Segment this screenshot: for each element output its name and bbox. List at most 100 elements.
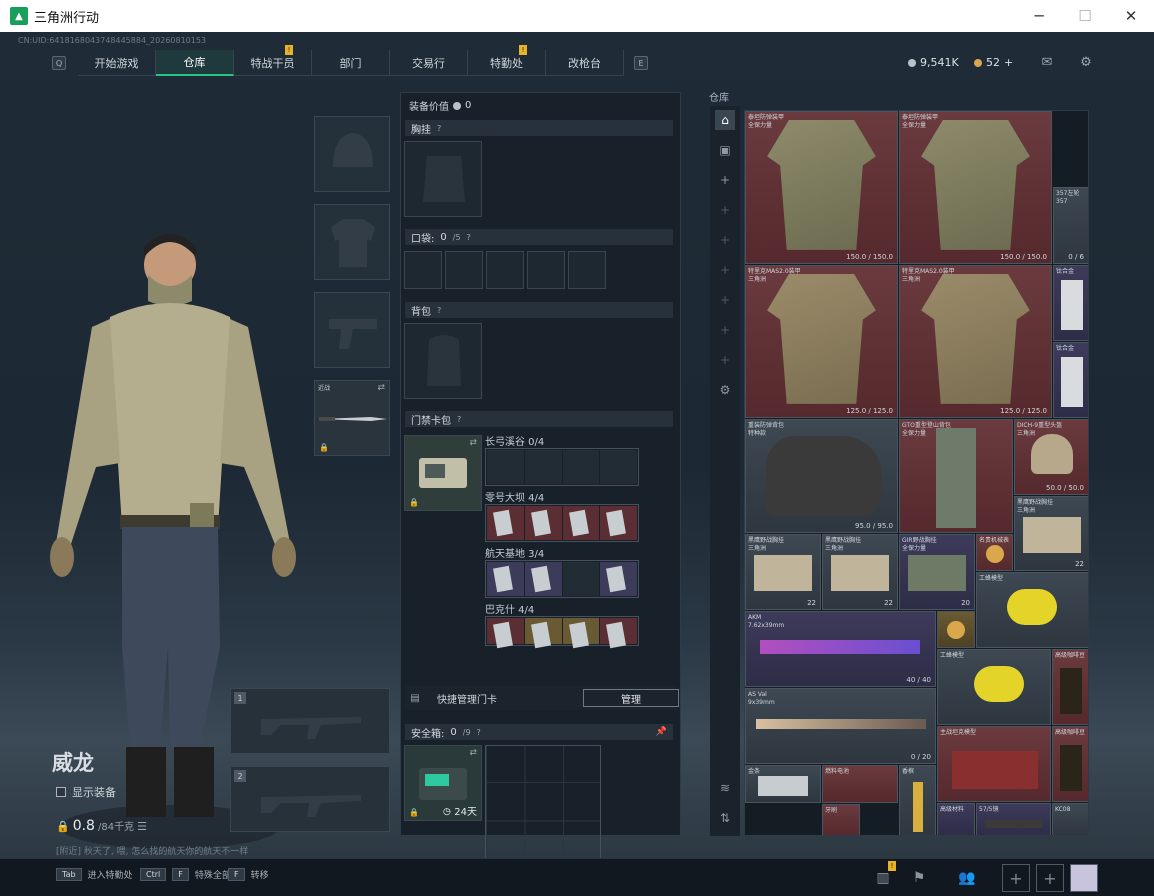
warehouse-home-icon[interactable]: ⌂ [715, 110, 735, 130]
keycard-cell[interactable] [600, 618, 637, 644]
item-gto-backpack[interactable]: GTO重型登山背包 全保力量 [899, 419, 1013, 533]
pin-icon[interactable]: 📌 [656, 727, 667, 737]
knife-slot[interactable]: 近战 ⇄ 🔒 [314, 380, 390, 456]
keycard-row[interactable] [485, 448, 639, 486]
pistol-slot[interactable] [314, 292, 390, 368]
backpack-slot[interactable] [404, 323, 482, 399]
item-chest-rig[interactable]: 黑鹰野战胸挂 三角洲 22 [745, 534, 821, 610]
add-page-icon[interactable]: + [715, 200, 735, 220]
pocket-slot[interactable] [445, 251, 483, 289]
keycard-cell[interactable] [600, 506, 637, 540]
add-currency-button[interactable]: + [1004, 56, 1013, 69]
hint-special-ops[interactable]: Tab 进入特勤处 [56, 868, 133, 881]
sort-icon[interactable]: ⇅ [715, 808, 735, 828]
keycard-cell[interactable] [600, 562, 637, 596]
chest-rig-slot[interactable] [404, 141, 482, 217]
item-coffee-beans[interactable]: 高级咖啡豆 [1052, 649, 1088, 725]
item-mas-armor[interactable]: 特里克MAS2.0装甲 三角洲 125.0 / 125.0 [745, 265, 898, 418]
add-teammate-button[interactable]: + [1002, 864, 1030, 892]
keycard-cell[interactable] [562, 618, 600, 644]
gold-currency[interactable]: 52 + [974, 56, 1013, 69]
avatar[interactable] [1070, 864, 1098, 892]
keycard-cell[interactable] [487, 562, 524, 596]
add-page-icon[interactable]: + [715, 350, 735, 370]
keycard-cell[interactable] [524, 562, 562, 596]
tab-department[interactable]: 部门 [312, 50, 390, 76]
help-icon[interactable]: ? [437, 124, 441, 133]
item-coin[interactable] [937, 611, 975, 648]
pocket-slot[interactable] [527, 251, 565, 289]
item-watch[interactable]: 名贵机械表 [976, 534, 1013, 571]
safe-box-slot[interactable]: ⇄ 🔒 ◷ 24天 [404, 745, 482, 821]
keycard-row[interactable] [485, 616, 639, 646]
list-icon[interactable]: ☰ [137, 820, 147, 833]
help-icon[interactable]: ? [467, 233, 471, 242]
add-page-icon[interactable]: + [715, 320, 735, 340]
mail-icon[interactable]: ✉ [1039, 54, 1055, 70]
primary-weapon-slot[interactable]: 1 [230, 688, 390, 754]
minimize-button[interactable]: ─ [1016, 0, 1062, 32]
item-bee-model[interactable]: 工蜂模型 [937, 649, 1051, 725]
add-page-icon[interactable]: + [715, 290, 735, 310]
item-chest-rig[interactable]: 黑鹰野战胸挂 三角洲 22 [1014, 496, 1088, 571]
item-champagne[interactable]: 香槟 [899, 765, 936, 835]
item-gir-chest-rig[interactable]: GIR野战胸挂 全保力量 20 [899, 534, 975, 610]
add-page-icon[interactable]: + [715, 170, 735, 190]
swap-icon[interactable]: ⇄ [469, 438, 477, 448]
item-fuel-cell[interactable]: 燃料电池 [822, 765, 898, 803]
item-toothbrush[interactable]: 牙刷 [822, 804, 860, 835]
safe-box-grid[interactable] [485, 745, 601, 861]
item-titan-armor[interactable]: 泰坦防弹装甲 全保力量 150.0 / 150.0 [745, 111, 898, 264]
item-titanium-plate[interactable]: 钛合金 [1053, 342, 1088, 418]
item-heavy-backpack[interactable]: 重装防弹背包 特种款 95.0 / 95.0 [745, 419, 898, 533]
item-akm-rifle[interactable]: AKM 7.62x39mm 40 / 40 [745, 611, 936, 687]
keycard-cell[interactable] [600, 450, 637, 484]
keycard-cell[interactable] [524, 450, 562, 484]
item-as-val-rifle[interactable]: AS Val 9x39mm 0 / 20 [745, 688, 936, 764]
warehouse-grid[interactable]: 泰坦防弹装甲 全保力量 150.0 / 150.0 泰坦防弹装甲 全保力量 150.… [744, 110, 1089, 836]
keycard-row[interactable] [485, 560, 639, 598]
pocket-slot[interactable] [486, 251, 524, 289]
tab-warehouse[interactable]: 仓库 [156, 50, 234, 76]
manage-button[interactable]: 管理 [583, 689, 679, 707]
item-titanium-plate[interactable]: 钛合金 [1053, 265, 1088, 341]
keycard-cell[interactable] [524, 618, 562, 644]
hint-transfer[interactable]: F 转移 [228, 868, 269, 881]
silver-currency[interactable]: 9,541K [908, 56, 959, 69]
item-kc08[interactable]: KC08 [1052, 803, 1088, 835]
item-chest-rig[interactable]: 黑鹰野战胸挂 三角洲 22 [822, 534, 898, 610]
hint-special-all[interactable]: Ctrl F 特殊全部 [140, 868, 231, 881]
keycard-cell[interactable] [487, 618, 524, 644]
gallery-icon[interactable]: ▣ [715, 140, 735, 160]
pocket-slot[interactable] [568, 251, 606, 289]
swap-icon[interactable]: ⇄ [377, 383, 385, 393]
keycard-cell[interactable] [487, 450, 524, 484]
item-tank-model[interactable]: 主战坦克模型 [937, 726, 1051, 802]
help-icon[interactable]: ? [477, 728, 481, 737]
item-bee-model[interactable]: 工蜂模型 [976, 572, 1088, 648]
tab-start-game[interactable]: 开始游戏 [78, 50, 156, 76]
maximize-button[interactable]: ☐ [1062, 0, 1108, 32]
item-revolver[interactable]: 357左轮 357 0 / 6 [1053, 187, 1088, 264]
tab-gunsmith[interactable]: 改枪台 [546, 50, 624, 76]
show-equipment-toggle[interactable]: 显示装备 [56, 784, 116, 800]
keycard-cell[interactable] [487, 506, 524, 540]
keycard-cell[interactable] [562, 562, 600, 596]
layers-icon[interactable]: ≋ [715, 778, 735, 798]
item-titan-armor[interactable]: 泰坦防弹装甲 全保力量 150.0 / 150.0 [899, 111, 1052, 264]
swap-icon[interactable]: ⇄ [469, 748, 477, 758]
friends-icon[interactable]: 👥 [954, 865, 980, 891]
flag-icon[interactable]: ⚑ [906, 865, 932, 891]
close-button[interactable]: ✕ [1108, 0, 1154, 32]
pocket-slot[interactable] [404, 251, 442, 289]
item-dich-helmet[interactable]: DICH-9重型头盔 三角洲 50.0 / 50.0 [1014, 419, 1088, 495]
keycard-row[interactable] [485, 504, 639, 542]
add-page-icon[interactable]: + [715, 230, 735, 250]
item-coffee-beans[interactable]: 高级咖啡豆 [1052, 726, 1088, 802]
helmet-slot[interactable] [314, 116, 390, 192]
checkbox-icon[interactable] [56, 787, 66, 797]
keycard-cell[interactable] [524, 506, 562, 540]
stats-chart-icon[interactable]: ▥! [870, 861, 896, 891]
tab-trade[interactable]: 交易行 [390, 50, 468, 76]
item-scope[interactable]: 57/5镜 [976, 803, 1051, 835]
